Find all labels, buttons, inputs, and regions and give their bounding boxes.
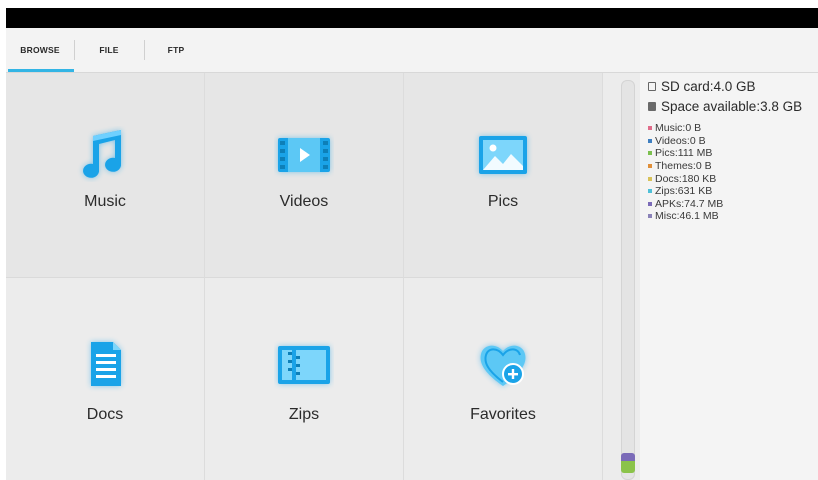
category-label: Videos <box>279 193 329 210</box>
legend-label: Zips:631 KB <box>655 185 713 198</box>
active-tab-indicator <box>8 69 74 72</box>
color-swatch <box>648 214 652 219</box>
sd-card-icon <box>648 82 656 91</box>
device-frame: BROWSE FILE FTP Music Videos Pics Docs Z… <box>6 8 818 480</box>
space-available-label: Space available:3.8 GB <box>661 99 803 114</box>
tab-ftp[interactable]: FTP <box>144 28 208 72</box>
category-grid: Music Videos Pics Docs Zips Favorites <box>6 73 604 480</box>
category-label: Zips <box>288 406 320 423</box>
category-label: Favorites <box>470 406 536 423</box>
legend-label: APKs:74.7 MB <box>655 197 724 210</box>
picture-icon <box>479 136 527 174</box>
category-videos[interactable]: Videos <box>205 73 404 277</box>
color-swatch <box>648 151 652 156</box>
legend-label: Docs:180 KB <box>655 172 717 185</box>
storage-panel: SD card:4.0 GB Space available:3.8 GB Mu… <box>640 73 818 480</box>
category-label: Docs <box>86 406 124 423</box>
document-icon <box>91 342 121 386</box>
color-swatch <box>648 164 652 169</box>
legend-item: APKs:74.7 MB <box>648 198 723 211</box>
legend-label: Themes:0 B <box>655 160 712 173</box>
zip-icon <box>278 346 330 384</box>
legend-label: Pics:111 MB <box>655 147 713 160</box>
legend-label: Music:0 B <box>655 122 702 135</box>
storage-legend: Music:0 B Videos:0 B Pics:111 MB Themes:… <box>648 122 723 223</box>
video-icon <box>278 138 330 172</box>
category-label: Music <box>84 193 126 210</box>
legend-item: Videos:0 B <box>648 135 723 148</box>
legend-item: Pics:111 MB <box>648 147 723 160</box>
storage-scrollbar[interactable] <box>621 80 635 480</box>
legend-item: Misc:46.1 MB <box>648 210 723 223</box>
color-swatch <box>648 201 652 206</box>
category-label: Pics <box>487 193 519 210</box>
color-swatch <box>648 189 652 194</box>
legend-item: Docs:180 KB <box>648 172 723 185</box>
category-zips[interactable]: Zips <box>205 277 404 480</box>
sd-card-info: SD card:4.0 GB <box>648 79 756 94</box>
category-music[interactable]: Music <box>6 73 205 277</box>
tab-bar: BROWSE FILE FTP <box>6 28 818 73</box>
storage-icon <box>648 102 656 111</box>
file-manager-screen: BROWSE FILE FTP Music Videos Pics Docs Z… <box>6 28 818 480</box>
category-docs[interactable]: Docs <box>6 277 205 480</box>
legend-label: Videos:0 B <box>655 134 706 147</box>
music-icon <box>83 130 122 178</box>
storage-usage-bar <box>621 453 635 473</box>
color-swatch <box>648 176 652 181</box>
color-swatch <box>648 126 652 131</box>
legend-item: Music:0 B <box>648 122 723 135</box>
tab-file[interactable]: FILE <box>74 28 144 72</box>
legend-item: Zips:631 KB <box>648 185 723 198</box>
tab-browse[interactable]: BROWSE <box>6 28 74 72</box>
legend-item: Themes:0 B <box>648 160 723 173</box>
legend-label: Misc:46.1 MB <box>655 210 719 223</box>
space-available-info: Space available:3.8 GB <box>648 99 802 114</box>
sd-card-label: SD card:4.0 GB <box>661 79 756 94</box>
category-favorites[interactable]: Favorites <box>404 277 603 480</box>
color-swatch <box>648 138 652 143</box>
favorites-icon <box>480 345 526 386</box>
category-pics[interactable]: Pics <box>404 73 603 277</box>
